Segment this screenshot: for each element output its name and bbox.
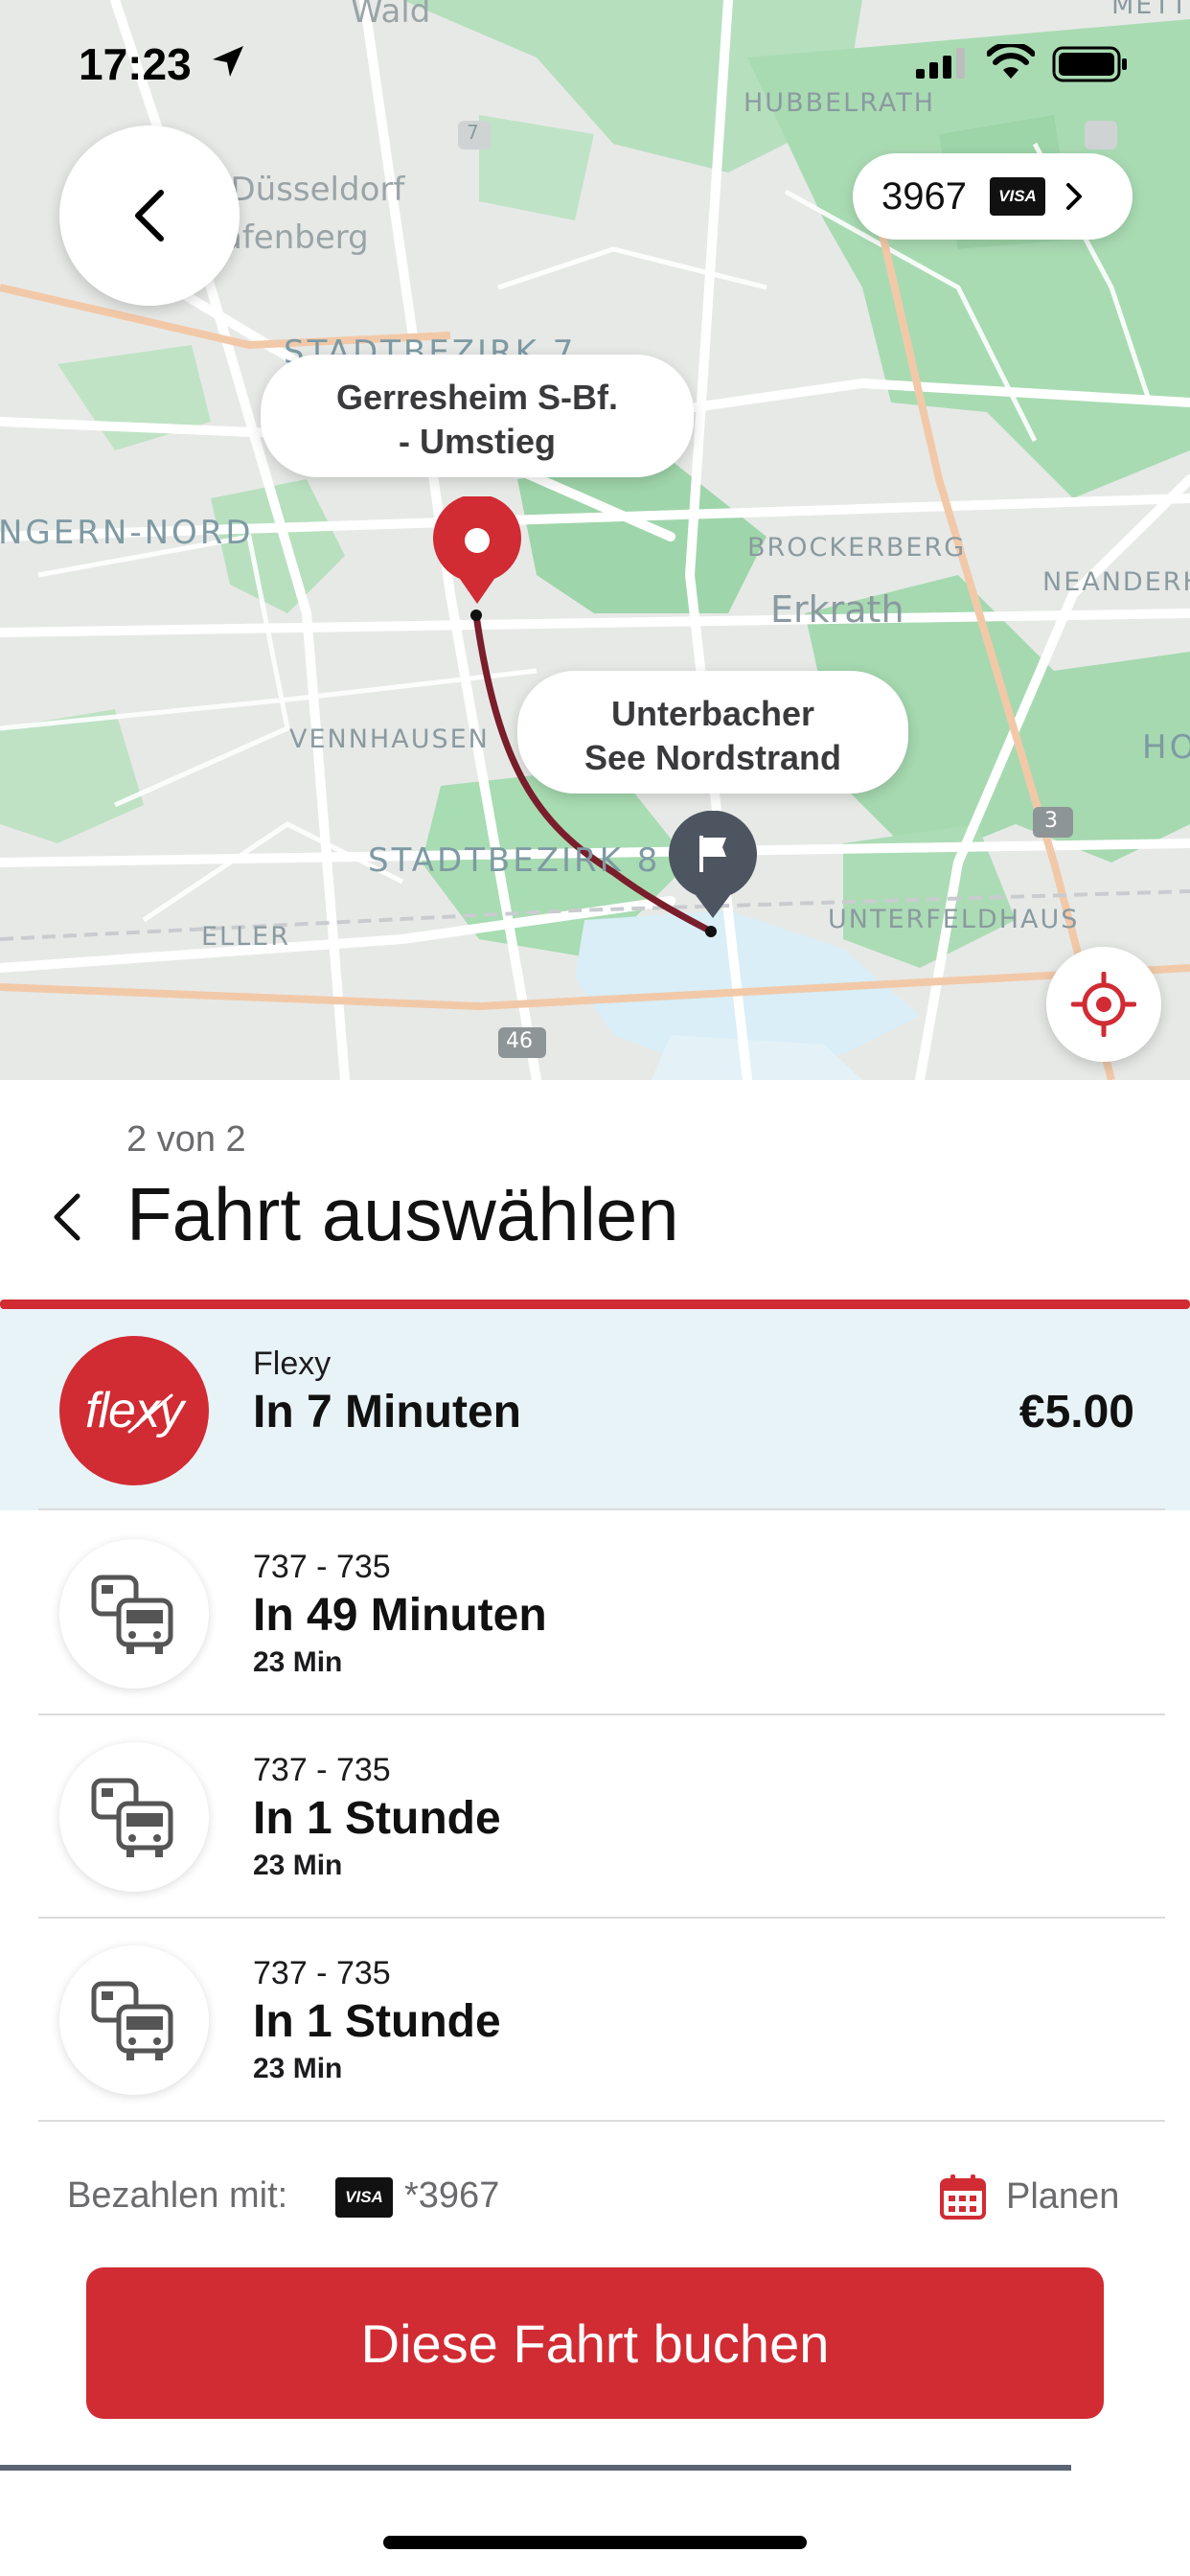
map-label-gerresheim-nord: NGERN-NORD <box>0 514 254 552</box>
chevron-left-icon <box>54 1193 80 1241</box>
chevron-right-icon <box>1065 183 1082 210</box>
route-map[interactable]: Wald rk Düsseldorf rafenberg HUBBELRATH … <box>0 0 1190 1080</box>
plan-button[interactable]: Planen <box>939 2168 1119 2225</box>
locate-me-button[interactable] <box>1046 947 1161 1062</box>
ride-duration: 23 Min <box>253 1850 343 1881</box>
ride-line: Flexy <box>253 1346 332 1382</box>
ride-duration: 23 Min <box>253 2053 343 2084</box>
map-label-ho: HO <box>1142 728 1190 767</box>
book-ride-button[interactable]: Diese Fahrt buchen <box>86 2267 1104 2419</box>
destination-callout-line2: See Nordstrand <box>584 738 842 777</box>
ride-price: €5.00 <box>1018 1387 1134 1438</box>
ride-departure: In 49 Minuten <box>253 1590 547 1641</box>
destination-callout[interactable]: Unterbacher See Nordstrand <box>517 671 908 794</box>
visa-card-icon: VISA <box>335 2177 393 2218</box>
battery-icon <box>1052 46 1127 82</box>
destination-flag-pin-icon[interactable] <box>667 811 759 918</box>
ride-option[interactable]: 737 - 735 In 1 Stunde 23 Min <box>0 1715 1190 1919</box>
bus-transfer-icon <box>59 1945 209 2095</box>
plan-label: Planen <box>1006 2175 1120 2217</box>
ride-option[interactable]: 737 - 735 In 49 Minuten 23 Min <box>0 1512 1190 1715</box>
bus-transfer-icon <box>59 1539 209 1689</box>
payment-card-number: 3967 <box>881 174 967 218</box>
map-back-button[interactable] <box>59 126 240 306</box>
road-shield-3: 3 <box>1044 809 1058 833</box>
calendar-icon <box>940 2174 986 2220</box>
payment-label: Bezahlen mit: <box>67 2175 288 2216</box>
ride-line: 737 - 735 <box>253 1549 391 1585</box>
destination-callout-line1: Unterbacher <box>610 694 815 733</box>
row-divider <box>38 2120 1165 2122</box>
map-label-eller: ELLER <box>201 922 290 952</box>
scroll-indicator <box>0 2465 1071 2471</box>
crosshair-icon <box>1071 972 1136 1037</box>
ride-departure: In 1 Stunde <box>253 1996 501 2047</box>
ride-departure: In 1 Stunde <box>253 1793 501 1844</box>
home-indicator[interactable] <box>383 2536 807 2549</box>
origin-callout-line1: Gerresheim S-Bf. <box>335 378 619 417</box>
map-label-unterfeldhaus: UNTERFELDHAUS <box>828 905 1080 934</box>
ride-option-flexy[interactable]: flexy Flexy In 7 Minuten €5.00 <box>0 1309 1190 1510</box>
ride-option[interactable]: 737 - 735 In 1 Stunde 23 Min <box>0 1919 1190 2122</box>
step-indicator: 2 von 2 <box>126 1119 246 1160</box>
wifi-icon <box>987 44 1035 79</box>
origin-callout-line2: - Umstieg <box>398 422 557 461</box>
map-label-erkrath: Erkrath <box>770 588 904 631</box>
flexy-logo: flexy <box>59 1336 209 1485</box>
location-arrow-icon <box>213 46 243 77</box>
ride-departure: In 7 Minuten <box>253 1387 521 1438</box>
payment-card-number[interactable]: *3967 <box>404 2175 499 2217</box>
chevron-left-icon <box>135 190 164 242</box>
payment-row: Bezahlen mit: VISA *3967 Planen <box>0 2164 1190 2231</box>
cellular-signal-icon <box>916 48 965 79</box>
road-shield-46: 46 <box>506 1029 533 1053</box>
map-label-vennhausen: VENNHAUSEN <box>289 724 490 754</box>
map-label-brockerberg: BROCKERBERG <box>747 533 967 563</box>
map-label-stadtbezirk-8: STADTBEZIRK 8 <box>368 841 661 880</box>
status-bar: 17:23 <box>0 0 1190 134</box>
payment-method-pill[interactable]: 3967 VISA <box>853 153 1133 240</box>
origin-pin-icon[interactable] <box>431 496 523 604</box>
accent-divider <box>0 1300 1190 1309</box>
map-label-neanderhoehe: NEANDERH <box>1042 567 1190 597</box>
bus-transfer-icon <box>59 1742 209 1892</box>
page-title: Fahrt auswählen <box>126 1172 679 1256</box>
ride-line: 737 - 735 <box>253 1955 391 1991</box>
status-time: 17:23 <box>79 39 192 89</box>
ride-duration: 23 Min <box>253 1646 343 1678</box>
ride-line: 737 - 735 <box>253 1752 391 1788</box>
origin-callout[interactable]: Gerresheim S-Bf. - Umstieg <box>261 355 694 477</box>
panel-back-button[interactable] <box>42 1186 92 1248</box>
visa-card-icon: VISA <box>989 177 1045 216</box>
flexy-swoosh-icon <box>127 1393 173 1434</box>
row-divider <box>38 1508 1165 1510</box>
